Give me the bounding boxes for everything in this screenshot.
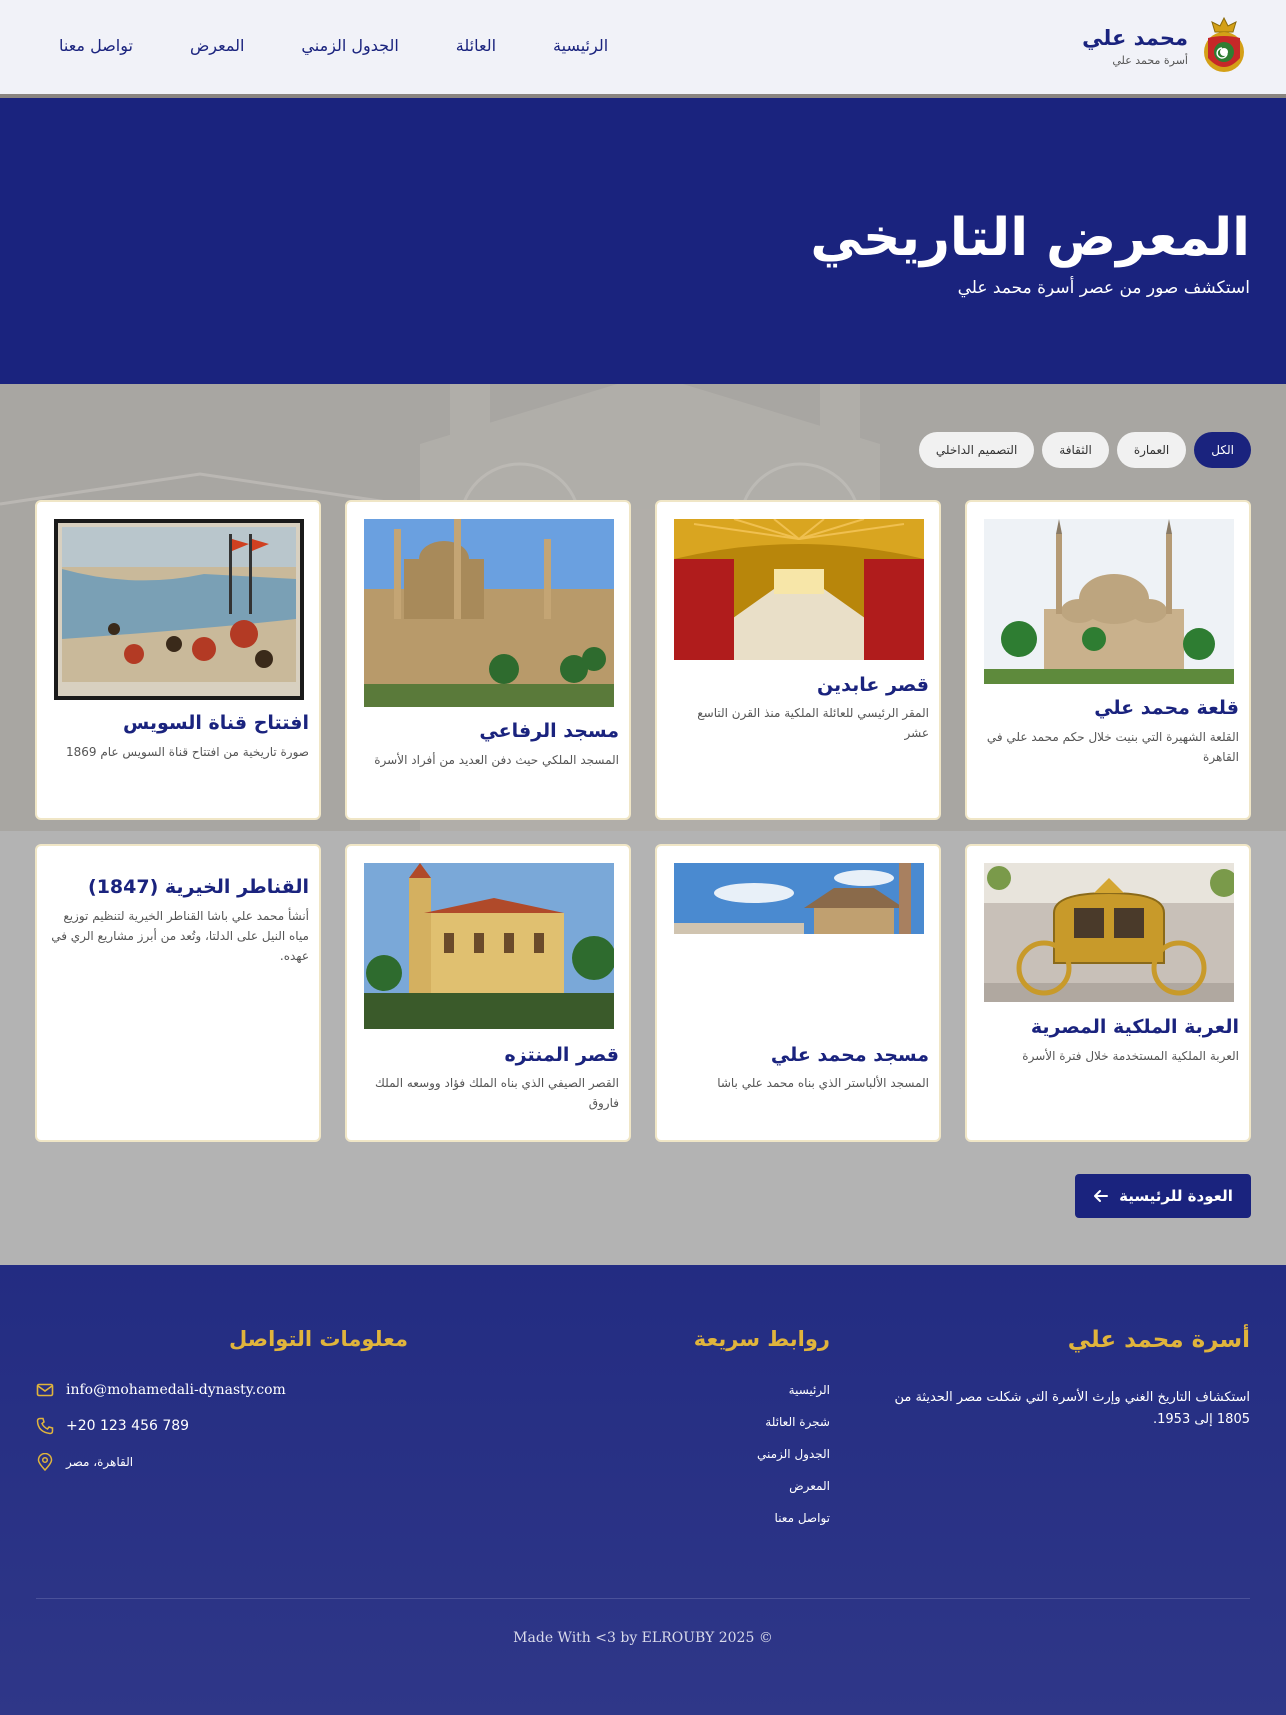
footer-links: الرئيسية شجرة العائلة الجدول الزمني المع…: [757, 1383, 830, 1525]
contact-location-text: القاهرة، مصر: [66, 1455, 134, 1469]
footer-contact-title: معلومات التواصل: [229, 1327, 408, 1351]
filter-bar: الكل العمارة الثقافة التصميم الداخلي: [918, 432, 1251, 468]
card-title: مسجد محمد علي: [770, 1044, 929, 1066]
gallery-card[interactable]: العربة الملكية المصرية العربة الملكية ال…: [965, 844, 1251, 1142]
card-title: قصر المنتزه: [504, 1044, 619, 1066]
footer-link-timeline[interactable]: الجدول الزمني: [757, 1447, 830, 1461]
location-pin-icon: [37, 1453, 53, 1471]
mail-icon: [36, 1383, 54, 1397]
contact-email[interactable]: info@mohamedali-dynasty.com: [36, 1381, 286, 1399]
page-subtitle: استكشف صور من عصر أسرة محمد علي: [957, 278, 1250, 298]
gallery-card[interactable]: افتتاح قناة السويس صورة تاريخية من افتتا…: [35, 500, 321, 820]
gallery-card[interactable]: قلعة محمد علي القلعة الشهيرة التي بنيت خ…: [965, 500, 1251, 820]
brand[interactable]: محمد علي أسرة محمد علي: [1082, 14, 1248, 78]
nav-contact[interactable]: تواصل معنا: [59, 36, 133, 55]
site-header: محمد علي أسرة محمد علي الرئيسية العائلة …: [0, 0, 1286, 98]
gallery-card[interactable]: قصر عابدين المقر الرئيسي للعائلة الملكية…: [655, 500, 941, 820]
footer-link-gallery[interactable]: المعرض: [757, 1479, 830, 1493]
copyright-text: Made With <3 by ELROUBY 2025 ©: [513, 1630, 773, 1646]
card-title: قصر عابدين: [816, 674, 929, 696]
footer-link-family-tree[interactable]: شجرة العائلة: [757, 1415, 830, 1429]
contact-phone[interactable]: +20 123 456 789: [36, 1417, 189, 1435]
filter-interior-design[interactable]: التصميم الداخلي: [918, 432, 1035, 468]
gallery-card[interactable]: مسجد الرفاعي المسجد الملكي حيث دفن العدي…: [345, 500, 631, 820]
hero-banner: المعرض التاريخي استكشف صور من عصر أسرة م…: [0, 98, 1286, 384]
card-title: افتتاح قناة السويس: [123, 712, 309, 734]
card-description: المسجد الألباستر الذي بناه محمد علي باشا: [717, 1076, 929, 1090]
nav-timeline[interactable]: الجدول الزمني: [301, 36, 398, 55]
back-to-home-button[interactable]: العودة للرئيسية: [1075, 1174, 1251, 1218]
footer-link-contact[interactable]: تواصل معنا: [757, 1511, 830, 1525]
footer-link-home[interactable]: الرئيسية: [757, 1383, 830, 1397]
filter-architecture[interactable]: العمارة: [1116, 432, 1187, 468]
royal-carriage-image: [984, 863, 1234, 1002]
back-button-label: العودة للرئيسية: [1119, 1187, 1233, 1205]
nav-family[interactable]: العائلة: [456, 36, 496, 55]
main-nav: الرئيسية العائلة الجدول الزمني المعرض تو…: [59, 36, 608, 55]
contact-phone-text: +20 123 456 789: [66, 1418, 190, 1434]
contact-location: القاهرة، مصر: [36, 1453, 133, 1471]
gallery-card[interactable]: القناطر الخيرية (1847) أنشأ محمد علي باش…: [35, 844, 321, 1142]
card-description: العربة الملكية المستخدمة خلال فترة الأسر…: [1022, 1049, 1239, 1063]
footer-about-text: استكشاف التاريخ الغني وإرث الأسرة التي ش…: [894, 1390, 1250, 1427]
brand-name: محمد علي: [1082, 26, 1188, 50]
abdeen-palace-image: [674, 519, 924, 660]
gallery-card[interactable]: قصر المنتزه القصر الصيفي الذي بناه الملك…: [345, 844, 631, 1142]
contact-email-text: info@mohamedali-dynasty.com: [66, 1382, 286, 1398]
footer-links-title: روابط سريعة: [693, 1327, 830, 1351]
card-title: العربة الملكية المصرية: [1030, 1016, 1239, 1038]
arrow-left-icon: [1094, 1190, 1109, 1202]
card-description: القلعة الشهيرة التي بنيت خلال حكم محمد ع…: [986, 730, 1239, 764]
brand-subtitle: أسرة محمد علي: [1112, 54, 1188, 67]
footer-about-title: أسرة محمد علي: [1067, 1327, 1250, 1353]
card-title: القناطر الخيرية (1847): [88, 876, 309, 898]
card-title: مسجد الرفاعي: [479, 720, 619, 742]
royal-crest-icon: [1204, 16, 1244, 72]
card-description: صورة تاريخية من افتتاح قناة السويس عام 1…: [65, 745, 309, 759]
citadel-mosque-image: [984, 519, 1234, 684]
site-footer: أسرة محمد علي استكشاف التاريخ الغني وإرث…: [0, 1265, 1286, 1715]
mosque-courtyard-image: [674, 863, 924, 934]
filter-all[interactable]: الكل: [1194, 432, 1251, 468]
nav-home[interactable]: الرئيسية: [553, 36, 608, 55]
footer-divider: [36, 1598, 1250, 1599]
card-description: أنشأ محمد علي باشا القناطر الخيرية لتنظي…: [51, 909, 309, 963]
montaza-palace-image: [364, 863, 614, 1029]
suez-canal-painting-image: [54, 519, 304, 700]
rifai-mosque-image: [364, 519, 614, 707]
card-description: القصر الصيفي الذي بناه الملك فؤاد ووسعه …: [375, 1076, 619, 1110]
phone-icon: [36, 1417, 54, 1435]
page-title: المعرض التاريخي: [810, 208, 1250, 268]
gallery-card[interactable]: مسجد محمد علي المسجد الألباستر الذي بناه…: [655, 844, 941, 1142]
card-title: قلعة محمد علي: [1094, 697, 1239, 719]
filter-culture[interactable]: الثقافة: [1042, 432, 1109, 468]
card-description: المسجد الملكي حيث دفن العديد من أفراد ال…: [374, 753, 619, 767]
nav-gallery[interactable]: المعرض: [190, 36, 244, 55]
card-description: المقر الرئيسي للعائلة الملكية منذ القرن …: [697, 706, 929, 740]
